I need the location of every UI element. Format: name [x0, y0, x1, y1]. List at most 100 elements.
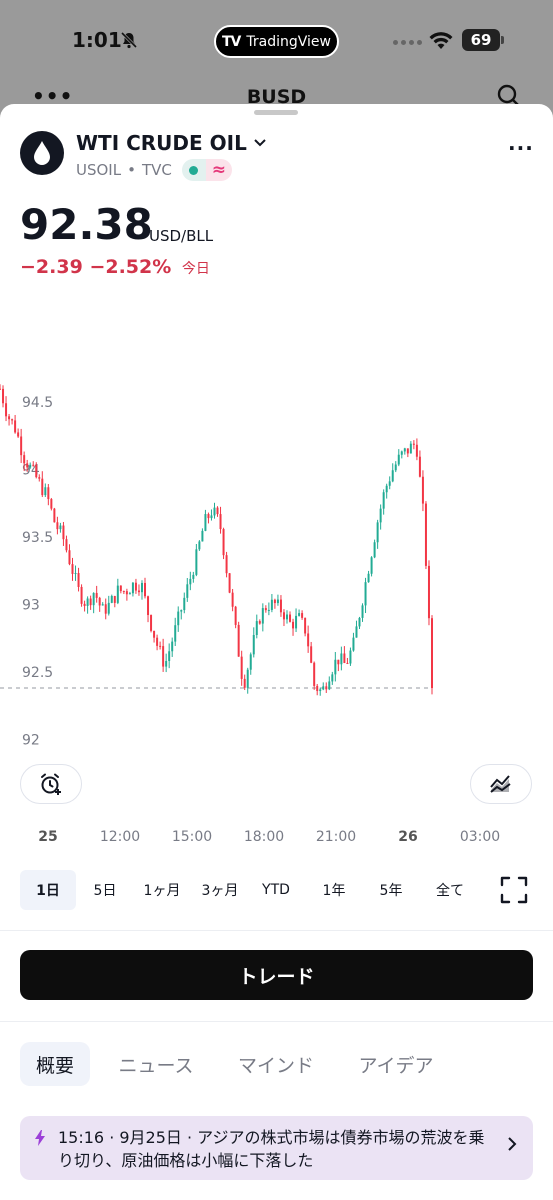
candle [276, 594, 279, 606]
range-button[interactable]: 5年 [363, 870, 419, 910]
candle [225, 551, 228, 578]
change-value: −2.39 [20, 256, 83, 278]
candle [210, 509, 213, 521]
news-card[interactable]: 15:16 · 9月25日 · アジアの株式市場は債券市場の荒波を乗り切り、原油… [20, 1116, 533, 1180]
candle [273, 598, 276, 609]
candle [282, 609, 285, 627]
news-headline: 15:16 · 9月25日 · アジアの株式市場は債券市場の荒波を乗り切り、原油… [58, 1128, 485, 1170]
candle [228, 572, 231, 594]
more-options-button[interactable]: ··· [508, 138, 534, 158]
range-button[interactable]: 全て [420, 870, 480, 910]
candle [131, 582, 134, 597]
candle [122, 590, 125, 595]
candle [349, 647, 352, 666]
alarm-plus-icon [41, 773, 61, 795]
range-button[interactable]: 1年 [306, 870, 362, 910]
range-selector: 1日 5日 1ヶ月 3ヶ月 YTD 1年 5年 全て [20, 870, 533, 910]
candle [159, 641, 162, 650]
symbol-logo [20, 131, 64, 175]
tab[interactable]: 概要 [20, 1042, 90, 1086]
symbol-sheet: WTI CRUDE OIL USOIL • TVC ≈ ··· 92.38 US… [0, 104, 553, 1200]
add-alert-button[interactable] [20, 764, 82, 804]
candle [8, 413, 11, 426]
meta-separator: • [127, 161, 136, 179]
market-status-badge[interactable]: ≈ [181, 159, 232, 181]
tradingview-pill[interactable]: TV TradingView [214, 25, 339, 58]
candle [343, 646, 346, 664]
candle [186, 577, 189, 602]
price-chart[interactable]: 94.59493.59392.592 [0, 374, 553, 754]
range-button[interactable]: 1日 [20, 870, 76, 910]
candle [301, 610, 304, 620]
candle [104, 598, 107, 620]
candle [403, 447, 406, 455]
candle [246, 667, 249, 694]
candle [17, 428, 20, 438]
clock: 1:01 [72, 28, 122, 52]
candle [134, 578, 137, 594]
candle [89, 595, 92, 610]
candle [337, 659, 340, 672]
candle [222, 527, 225, 560]
candle [252, 627, 255, 658]
candle [270, 594, 273, 613]
candle [424, 501, 427, 570]
candle [53, 507, 56, 523]
candle [216, 506, 219, 517]
candle [331, 671, 334, 685]
tradingview-logo: TV [222, 33, 241, 50]
candle [162, 638, 165, 672]
symbol-selector[interactable]: WTI CRUDE OIL [76, 131, 267, 155]
candle [41, 471, 44, 498]
candle [367, 570, 370, 583]
fullscreen-icon[interactable] [500, 876, 528, 904]
candle [328, 676, 331, 691]
range-button[interactable]: 1ヶ月 [133, 870, 191, 910]
symbol-meta: USOIL • TVC ≈ [76, 159, 232, 181]
price-unit: USD/BLL [149, 227, 214, 245]
candle [352, 632, 355, 652]
candle [304, 617, 307, 637]
candle [346, 657, 349, 665]
last-price: 92.38 [20, 200, 153, 249]
range-button[interactable]: 3ヶ月 [191, 870, 249, 910]
candle [47, 484, 50, 506]
range-button[interactable]: 5日 [77, 870, 133, 910]
candle [50, 497, 53, 511]
candle [255, 614, 258, 639]
tab[interactable]: マインド [224, 1042, 328, 1086]
chart-type-button[interactable] [470, 764, 532, 804]
candle [128, 591, 131, 595]
candle [264, 605, 267, 613]
tab[interactable]: アイデア [344, 1042, 448, 1086]
candle [171, 637, 174, 657]
candle [189, 571, 192, 591]
time-tick-label: 26 [398, 829, 418, 845]
market-open-icon [181, 159, 206, 181]
candle [44, 483, 47, 498]
candle [0, 384, 1, 390]
tab[interactable]: ニュース [104, 1042, 208, 1086]
candle [177, 606, 180, 632]
range-button[interactable]: YTD [248, 870, 304, 910]
sheet-grabber[interactable] [254, 110, 298, 115]
candle [409, 441, 412, 454]
candle [231, 588, 234, 612]
candle [2, 385, 5, 408]
candle [86, 596, 89, 614]
candle [95, 585, 98, 603]
price-tick-label: 93.5 [22, 530, 53, 546]
candle [62, 521, 65, 546]
candle [258, 619, 261, 625]
candle [394, 461, 397, 473]
candle [195, 543, 198, 577]
candle [427, 560, 430, 626]
candle [322, 682, 325, 691]
trade-button[interactable]: トレード [20, 950, 533, 1000]
battery-indicator: 69 [462, 29, 504, 51]
candle [20, 428, 23, 463]
candle [80, 584, 83, 607]
change-percent: −2.52% [89, 256, 172, 278]
candle [373, 539, 376, 559]
candle [201, 528, 204, 542]
